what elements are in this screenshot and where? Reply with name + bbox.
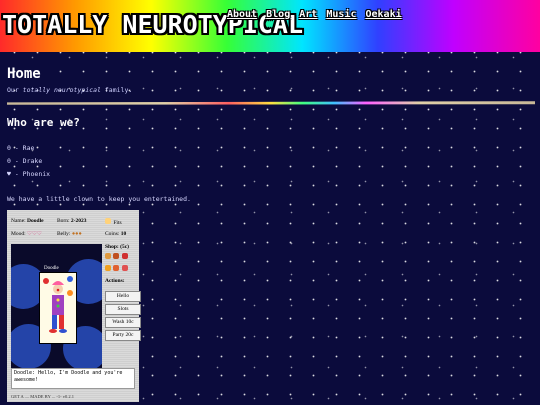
tagline-prefix: Our: [7, 86, 19, 94]
pet-born-label: Born:: [57, 218, 70, 224]
header-banner: TOTALLY NEUROTYPICAL About Blog Art Musi…: [0, 0, 540, 52]
page-title: Home: [7, 66, 41, 82]
member-name: - Rae: [14, 144, 35, 152]
nav-music[interactable]: Music: [326, 9, 356, 20]
pet-name-stat: Name: Doodle: [11, 218, 44, 224]
shop-section: Shop: (5c) Actions:: [105, 244, 129, 284]
pet-footer: GET A .... MADE BY ... -1- v0.2.1: [11, 394, 74, 399]
member-phoenix: ♥ - Phoenix: [7, 170, 50, 178]
member-symbol: 0: [7, 144, 11, 152]
rainbow-divider: [7, 101, 535, 105]
hello-button[interactable]: Hello: [105, 291, 141, 302]
sparkle-icon: [105, 218, 111, 224]
pet-image-name: Doodle: [44, 266, 59, 271]
party-button[interactable]: Party 20c: [105, 330, 141, 341]
candy-icon[interactable]: [113, 265, 120, 271]
pet-born-stat: Born: 2-2023: [57, 218, 87, 224]
drink-icon[interactable]: [121, 253, 128, 259]
pet-belly-label: Belly:: [57, 231, 71, 237]
pet-name-label: Name:: [11, 218, 26, 224]
pet-mood-label: Mood:: [11, 231, 26, 237]
section-title: Who are we?: [7, 116, 80, 129]
main-nav: About Blog Art Music Oekaki: [227, 9, 405, 20]
food-icon[interactable]: [113, 253, 120, 259]
pet-belly-value: ●●●: [71, 231, 82, 237]
pet-coins-label: Coins:: [105, 231, 120, 237]
pet-mood-stat: Mood: ♡♡♡: [11, 231, 42, 237]
pet-fits-stat: Fits: [105, 218, 122, 226]
member-name: - Drake: [14, 157, 43, 165]
cake-icon[interactable]: [105, 265, 111, 271]
pet-image[interactable]: Doodle: [11, 244, 102, 372]
pet-coins-stat: Coins: 10: [105, 231, 126, 237]
pet-belly-stat: Belly: ●●●: [57, 231, 82, 237]
tagline-emphasis: totally neurotypical: [22, 86, 101, 94]
slots-button[interactable]: Slots: [105, 304, 141, 315]
actions-label: Actions:: [105, 278, 125, 284]
intro-text: We have a little clown to keep you enter…: [7, 195, 191, 203]
nav-about[interactable]: About: [227, 9, 257, 20]
tagline-suffix: family.: [104, 86, 133, 94]
pet-name-value: Doodle: [27, 218, 44, 224]
treat-icon[interactable]: [121, 265, 128, 271]
member-drake: 0 - Drake: [7, 157, 42, 165]
nav-art[interactable]: Art: [299, 9, 317, 20]
shop-label: Shop: (5c): [105, 244, 129, 250]
burger-icon[interactable]: [105, 253, 111, 259]
pet-coins-value: 10: [120, 231, 127, 237]
pet-mood-value: ♡♡♡: [27, 231, 42, 237]
virtual-pet-widget: Name: Doodle Born: 2-2023 Fits Mood: ♡♡♡…: [7, 210, 141, 402]
clown-pet-icon: [39, 272, 77, 344]
heart-icon: ♥: [7, 170, 11, 178]
pet-born-value: 2-2023: [70, 218, 87, 224]
nav-blog[interactable]: Blog: [266, 9, 290, 20]
member-symbol: 0: [7, 157, 11, 165]
member-rae: 0 - Rae: [7, 144, 34, 152]
wash-button[interactable]: Wash 10c: [105, 317, 141, 328]
pet-message: Doodle: Hello, I'm Doodle and you're awe…: [11, 368, 135, 389]
member-name: - Phoenix: [14, 170, 51, 178]
pet-fits-label: Fits: [113, 220, 122, 226]
nav-oekaki[interactable]: Oekaki: [366, 9, 402, 20]
tagline: Our totally neurotypical family.: [7, 86, 132, 94]
